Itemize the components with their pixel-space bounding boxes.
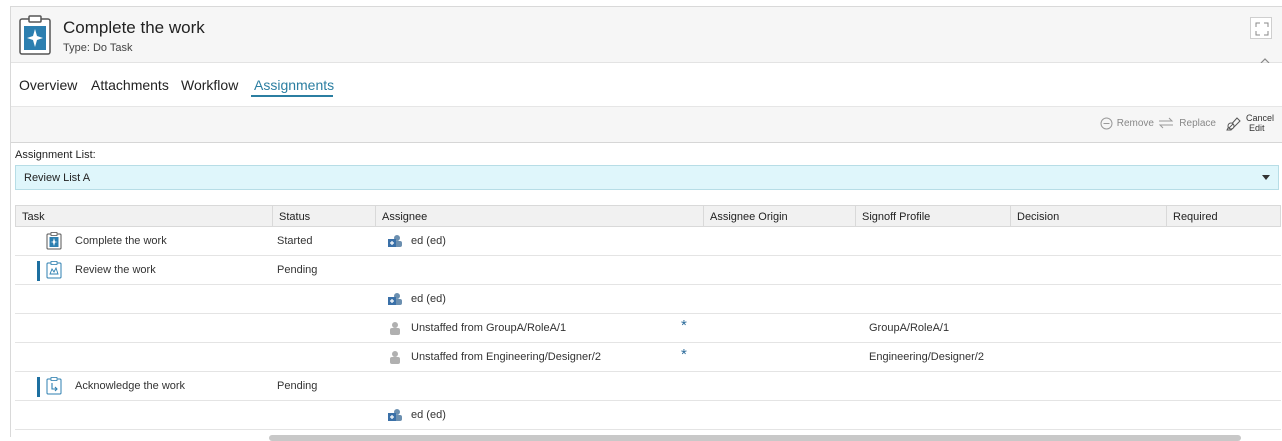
task-level-marker [37, 261, 40, 281]
assignee-value: Unstaffed from GroupA/RoleA/1 [411, 322, 567, 334]
chevron-down-icon [1262, 175, 1270, 180]
signoff-profile-value: Engineering/Designer/2 [869, 351, 984, 363]
assignment-list-value: Review List A [24, 172, 91, 184]
assignment-list-dropdown[interactable]: Review List A [15, 165, 1279, 190]
task-name: Review the work [75, 264, 156, 276]
page-title: Complete the work [63, 18, 205, 37]
signoff-profile-value: GroupA/RoleA/1 [869, 322, 950, 334]
required-marker: * [681, 317, 687, 334]
assignee-value: ed (ed) [411, 409, 446, 421]
table-row[interactable]: Unstaffed from GroupA/RoleA/1 * GroupA/Rol… [15, 314, 1281, 343]
tab-overview[interactable]: Overview [19, 77, 77, 93]
table-row[interactable]: Complete the work Started ed (ed) [15, 227, 1281, 256]
tab-assignments[interactable]: Assignments [254, 77, 334, 93]
user-group-icon [388, 235, 402, 247]
task-panel: Complete the work Type: Do Task Overview… [10, 6, 1282, 441]
assignment-list-label: Assignment List: [15, 149, 96, 161]
column-header-task[interactable]: Task [16, 206, 272, 228]
pencil-cancel-icon [1226, 117, 1241, 131]
do-task-icon [46, 232, 62, 250]
cancel-edit-button[interactable]: Cancel Edit [1225, 113, 1274, 133]
status-value: Pending [277, 380, 318, 392]
task-type-label: Type: Do Task [63, 42, 133, 54]
active-tab-indicator [251, 95, 333, 97]
assignee-value: ed (ed) [411, 293, 446, 305]
column-header-assignee[interactable]: Assignee [375, 206, 703, 228]
table-header: Task Status Assignee Assignee Origin Sig… [15, 205, 1281, 228]
tab-attachments[interactable]: Attachments [91, 77, 169, 93]
column-header-required[interactable]: Required [1166, 206, 1281, 228]
task-name: Acknowledge the work [75, 380, 186, 392]
replace-label: Replace [1179, 117, 1216, 129]
status-value: Started [277, 235, 313, 247]
column-header-decision[interactable]: Decision [1010, 206, 1166, 228]
replace-button[interactable]: Replace [1157, 117, 1216, 129]
table-row[interactable]: Acknowledge the work Pending [15, 372, 1281, 401]
column-header-status[interactable]: Status [272, 206, 375, 228]
unstaffed-user-icon [390, 322, 400, 335]
assignee-value: Unstaffed from Engineering/Designer/2 [411, 351, 601, 363]
do-task-icon [19, 15, 51, 55]
remove-button[interactable]: Remove [1100, 117, 1154, 130]
task-name: Complete the work [75, 235, 167, 247]
table-row[interactable]: Review the work Pending [15, 256, 1281, 285]
maximize-icon[interactable] [1250, 17, 1272, 39]
user-group-icon [388, 409, 402, 421]
acknowledge-task-icon [46, 377, 62, 395]
status-value: Pending [277, 264, 318, 276]
assignee-value: ed (ed) [411, 235, 446, 247]
user-group-icon [388, 293, 402, 305]
replace-icon [1159, 117, 1174, 129]
column-header-signoff-profile[interactable]: Signoff Profile [855, 206, 1010, 228]
tab-workflow[interactable]: Workflow [181, 77, 238, 93]
assignments-table: Task Status Assignee Assignee Origin Sig… [15, 205, 1281, 438]
unstaffed-user-icon [390, 351, 400, 364]
required-marker: * [681, 346, 687, 363]
table-row[interactable]: ed (ed) [15, 285, 1281, 314]
review-task-icon [46, 261, 62, 279]
column-header-assignee-origin[interactable]: Assignee Origin [703, 206, 855, 228]
remove-icon [1100, 117, 1113, 130]
remove-label: Remove [1116, 118, 1154, 129]
toolbar: Remove Replace Cancel Edit [11, 107, 1282, 143]
panel-header: Complete the work Type: Do Task [11, 7, 1282, 64]
cancel-label-line1: Cancel [1245, 113, 1274, 123]
cancel-label-line2: Edit [1248, 123, 1265, 133]
table-row[interactable]: ed (ed) [15, 401, 1281, 430]
table-row[interactable]: Unstaffed from Engineering/Designer/2 * En… [15, 343, 1281, 372]
horizontal-scrollbar[interactable] [269, 435, 1241, 441]
tab-bar: Overview Attachments Workflow Assignment… [11, 63, 1282, 107]
task-level-marker [37, 377, 40, 397]
